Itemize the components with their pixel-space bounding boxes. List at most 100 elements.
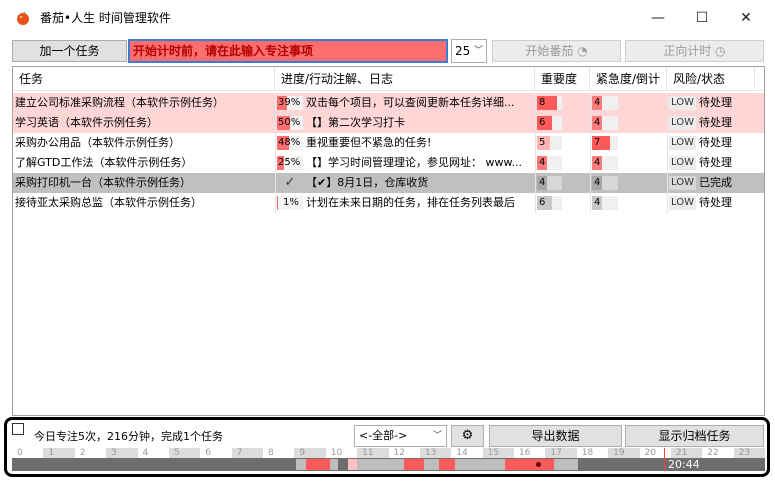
status-text: 待处理 [698, 196, 732, 209]
importance-bar: 6 [537, 196, 562, 210]
timeline-idle-segment [357, 459, 404, 470]
settings-button[interactable]: ⚙ [451, 425, 484, 447]
progress-note: 【】学习时间管理理论，参见网址： www... [306, 156, 522, 169]
progress-bar: 25% [277, 156, 303, 170]
importance-cell: 4 [537, 153, 589, 173]
show-archive-button[interactable]: 显示归档任务 [625, 425, 764, 447]
timeline-hour-label: 5 [173, 448, 180, 458]
importance-value: 6 [539, 197, 546, 208]
add-task-button[interactable]: 加一个任务 [12, 40, 127, 62]
timeline-idle-segment [554, 459, 578, 470]
importance-bar: 4 [537, 176, 562, 190]
show-all-checkbox[interactable] [12, 423, 24, 435]
timeline-hour-label: 3 [111, 448, 117, 458]
risk-badge: LOW [669, 196, 696, 210]
table-row[interactable]: 了解GTD工作法（本软件示例任务） 25% 【】学习时间管理理论，参见网址： ww… [13, 153, 764, 173]
task-name: 采购办公用品（本软件示例任务） [15, 136, 180, 149]
urgency-bar: 4 [592, 116, 618, 130]
urgency-value: 7 [594, 137, 601, 148]
timeline-hour-label: 13 [424, 448, 437, 458]
importance-cell: 5 [537, 133, 589, 153]
table-row[interactable]: 接待亚太采购总监（本软件示例任务） 1% 计划在未来日期的任务，排在任务列表最后 … [13, 193, 764, 213]
status-text: 待处理 [698, 116, 732, 129]
header-task[interactable]: 任务 [13, 67, 275, 91]
status-text: 已完成 [698, 176, 732, 189]
timeline-focus-segment [404, 459, 424, 470]
urgency-value: 4 [594, 97, 601, 108]
progress-note: 计划在未来日期的任务，排在任务列表最后 [306, 196, 515, 209]
risk-status-cell: LOW 待处理 [669, 113, 755, 133]
risk-status-cell: LOW 已完成 [669, 173, 755, 193]
progress-cell: 39% 双击每个项目，可以查阅更新本任务详细... [277, 93, 533, 113]
export-data-button[interactable]: 导出数据 [489, 425, 622, 447]
start-pomodoro-button[interactable]: 开始番茄 ◔ [492, 40, 621, 62]
urgency-cell: 4 [592, 193, 666, 213]
urgency-bar: 4 [592, 196, 618, 210]
urgency-bar: 4 [592, 96, 618, 110]
header-urgency[interactable]: 紧急度/倒计 [590, 67, 667, 91]
maximize-icon[interactable]: ☐ [688, 8, 716, 28]
forward-timer-button[interactable]: 正向计时 ◷ [625, 40, 764, 62]
close-icon[interactable]: ✕ [732, 8, 760, 28]
table-row[interactable]: 采购打印机一台（本软件示例任务） ✓ 【✔】8月1日，仓库收货 4 4 LOW 已完… [13, 173, 764, 193]
importance-bar: 5 [537, 136, 562, 150]
urgency-cell: 4 [592, 173, 666, 193]
focus-task-input[interactable]: 开始计时前，请在此输入专注事项 [128, 39, 448, 63]
timeline-hour-label: 14 [456, 448, 468, 458]
urgency-value: 4 [594, 177, 601, 188]
progress-note: 【✔】8月1日，仓库收货 [306, 176, 429, 189]
daily-summary: 今日专注5次，216分钟，完成1个任务 [34, 430, 223, 443]
minimize-icon[interactable]: — [644, 8, 672, 28]
status-text: 待处理 [698, 156, 732, 169]
header-progress[interactable]: 进度/行动注解、日志 [275, 67, 535, 91]
urgency-bar: 4 [592, 176, 618, 190]
timeline-focus-segment [505, 459, 554, 470]
header-risk-status[interactable]: 风险/状态 [667, 67, 755, 91]
importance-value: 6 [539, 117, 546, 128]
urgency-bar: 4 [592, 156, 618, 170]
table-row[interactable]: 建立公司标准采购流程（本软件示例任务） 39% 双击每个项目，可以查阅更新本任务详… [13, 93, 764, 113]
timeline-hour-label: 23 [738, 448, 751, 458]
day-timeline[interactable]: 20:44 0 1 2 3 4 5 6 7 8 9 10 11 12 13 14 15 16 17 18 19 20 21… [12, 448, 765, 471]
progress-bar: 39% [277, 96, 303, 110]
progress-note: 重视重要但不紧急的任务! [306, 136, 432, 149]
progress-note: 双击每个项目，可以查阅更新本任务详细... [306, 96, 515, 109]
progress-bar: 1% [277, 196, 303, 210]
header-importance[interactable]: 重要度 [535, 67, 590, 91]
minutes-value: 25 [455, 44, 471, 58]
timeline-hour-label: 21 [675, 448, 688, 458]
timeline-hour-label: 11 [362, 448, 374, 458]
timeline-focus-segment [348, 459, 357, 470]
progress-label: 1% [283, 197, 299, 208]
progress-cell: 48% 重视重要但不紧急的任务! [277, 133, 533, 153]
progress-note: 【】第二次学习打卡 [306, 116, 405, 129]
forward-timer-label: 正向计时 [663, 44, 712, 58]
importance-bar: 8 [537, 96, 562, 110]
task-table: 任务 进度/行动注解、日志 重要度 紧急度/倒计 风险/状态 建立公司标准采购流… [12, 66, 765, 416]
filter-select[interactable]: <-全部-> ﹀ [354, 425, 447, 447]
current-time-label: 20:44 [668, 458, 700, 471]
chevron-down-icon: ﹀ [473, 46, 483, 56]
tomato-timer-icon: ◔ [577, 44, 588, 58]
status-text: 待处理 [698, 136, 732, 149]
timeline-hour-label: 17 [550, 448, 562, 458]
progress-cell: ✓ 【✔】8月1日，仓库收货 [277, 173, 533, 193]
minutes-select[interactable]: 25 ﹀ [451, 39, 487, 63]
risk-badge: LOW [669, 176, 696, 190]
timeline-hour-label: 15 [487, 448, 500, 458]
table-row[interactable]: 采购办公用品（本软件示例任务） 48% 重视重要但不紧急的任务! 5 7 LOW 待… [13, 133, 764, 153]
table-row[interactable]: 学习英语（本软件示例任务） 50% 【】第二次学习打卡 6 4 LOW 待处理 [13, 113, 764, 133]
title-bar: 番茄•人生 时间管理软件 — ☐ ✕ [0, 0, 775, 36]
status-text: 待处理 [698, 96, 732, 109]
timeline-idle-segment [424, 459, 439, 470]
importance-cell: 8 [537, 93, 589, 113]
gear-icon: ⚙ [461, 428, 474, 443]
timeline-hour-label: 2 [79, 448, 86, 458]
progress-label: 50% [278, 117, 301, 128]
timeline-hour-label: 16 [519, 448, 531, 458]
timeline-hour-label: 10 [330, 448, 343, 458]
timeline-idle-segment [455, 459, 505, 470]
timeline-focus-segment [439, 459, 455, 470]
risk-status-cell: LOW 待处理 [669, 93, 755, 113]
progress-label: 25% [278, 157, 301, 168]
